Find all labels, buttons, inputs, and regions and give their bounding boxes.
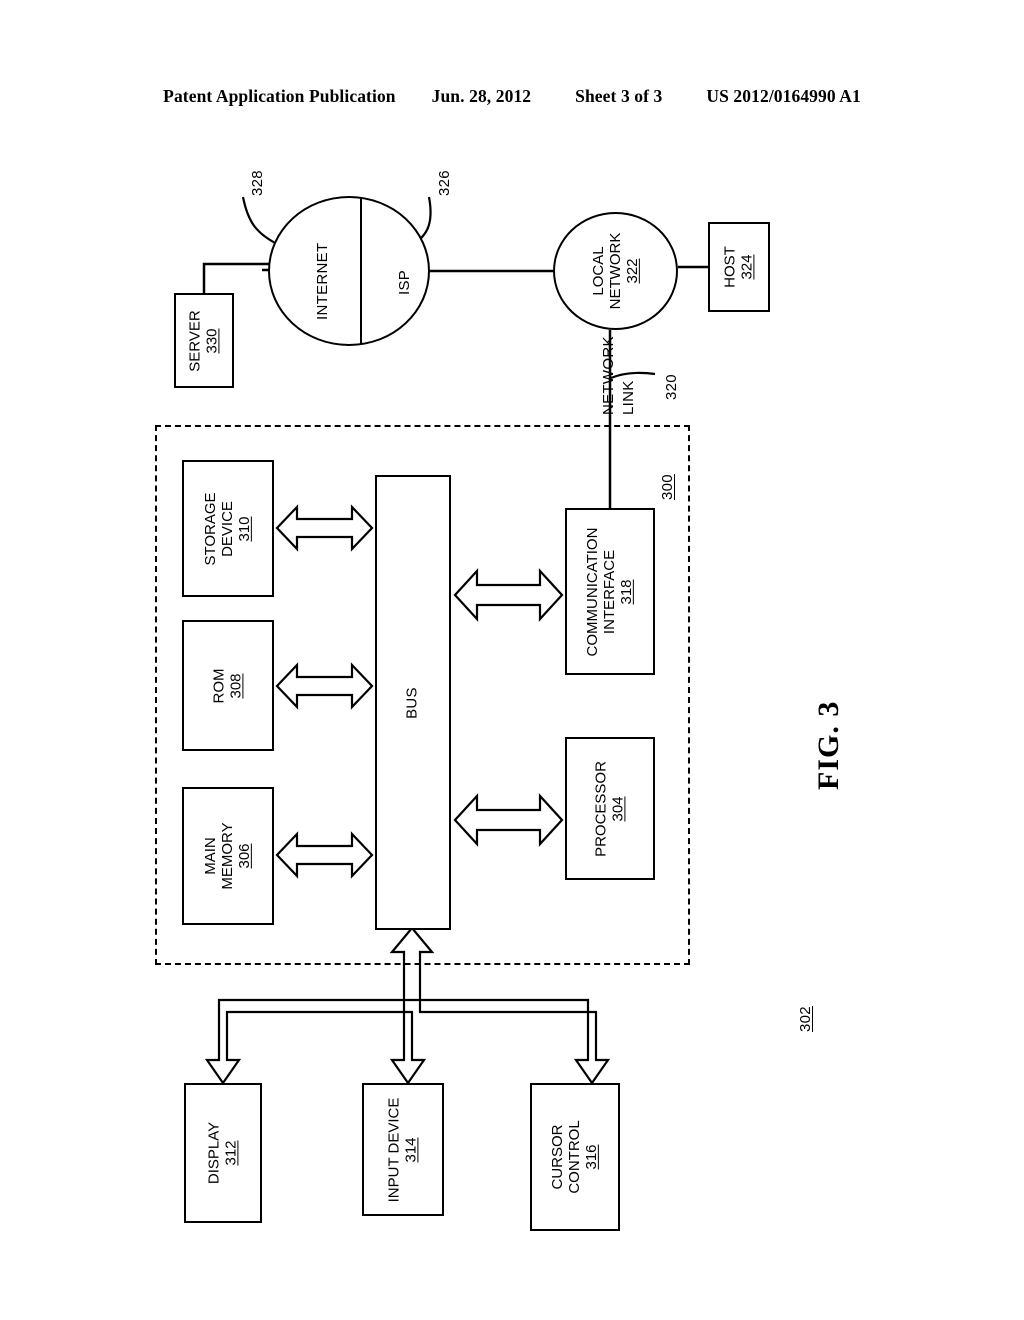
node-input-device: 314 INPUT DEVICE xyxy=(362,1083,444,1216)
display-label: DISPLAY xyxy=(205,1121,223,1185)
internet-ref-328: 328 xyxy=(249,170,266,196)
rom-label: ROM xyxy=(210,668,228,703)
host-ref: 324 xyxy=(738,254,756,280)
local-network-ref: 322 xyxy=(623,258,641,284)
isp-ref-326: 326 xyxy=(436,170,453,196)
storage-device-label-line2: DEVICE xyxy=(218,500,236,557)
local-network-label-group: 322 NETWORK LOCAL xyxy=(553,212,678,330)
host-label: HOST xyxy=(721,246,739,288)
main-memory-label-line2: MEMORY xyxy=(218,822,236,890)
node-host: 324 HOST xyxy=(708,222,770,312)
internet-label: INTERNET xyxy=(314,242,331,320)
processor-label: PROCESSOR xyxy=(592,760,610,857)
cursor-control-label-line1: CURSOR xyxy=(548,1124,566,1190)
node-storage-device: 310 DEVICE STORAGE xyxy=(182,460,274,597)
communication-interface-ref: 318 xyxy=(618,578,636,605)
enclosure-ref-300: 300 xyxy=(659,474,676,500)
node-bus: BUS 302 xyxy=(375,475,814,1032)
display-ref: 312 xyxy=(222,1140,240,1166)
bus-label: BUS xyxy=(403,686,422,719)
communication-interface-label-line2: INTERFACE xyxy=(600,549,618,634)
rom-ref: 308 xyxy=(227,672,245,699)
server-label: SERVER xyxy=(186,309,204,372)
processor-ref: 304 xyxy=(609,795,627,822)
node-cursor-control: 316 CONTROL CURSOR xyxy=(530,1083,620,1231)
server-ref: 330 xyxy=(203,327,221,354)
cursor-control-ref: 316 xyxy=(583,1144,601,1170)
node-display: 312 DISPLAY xyxy=(184,1083,262,1223)
node-main-memory: 306 MEMORY MAIN xyxy=(182,787,274,925)
cursor-control-label-line2: CONTROL xyxy=(565,1120,583,1194)
bus-label-text: BUS xyxy=(403,686,421,719)
patent-figure: 300 330 SERVER INTERNET ISP 328 326 322 … xyxy=(0,0,1024,1320)
storage-device-label-line1: STORAGE xyxy=(201,491,219,566)
isp-label: ISP xyxy=(396,269,413,295)
figure-label: FIG. 3 xyxy=(812,700,845,790)
bus-ref: 302 xyxy=(797,1006,814,1032)
storage-device-ref: 310 xyxy=(236,515,254,542)
internet-isp-divider xyxy=(360,197,362,345)
network-link-label-line1: NETWORK xyxy=(600,336,617,415)
node-rom: 308 ROM xyxy=(182,620,274,751)
node-server: 330 SERVER xyxy=(174,293,234,388)
main-memory-label-line1: MAIN xyxy=(201,837,219,875)
local-network-label-line2: NETWORK xyxy=(606,232,624,310)
input-device-ref: 314 xyxy=(402,1136,420,1163)
input-device-label: INPUT DEVICE xyxy=(385,1097,403,1202)
local-network-label-line1: LOCAL xyxy=(589,246,607,296)
network-link-ref-320: 320 xyxy=(663,374,680,400)
node-communication-interface: 318 INTERFACE COMMUNICATION xyxy=(565,508,655,675)
node-processor: 304 PROCESSOR xyxy=(565,737,655,880)
network-link-label-line2: LINK xyxy=(620,380,637,415)
communication-interface-label-line1: COMMUNICATION xyxy=(583,527,601,656)
main-memory-ref: 306 xyxy=(236,843,254,869)
